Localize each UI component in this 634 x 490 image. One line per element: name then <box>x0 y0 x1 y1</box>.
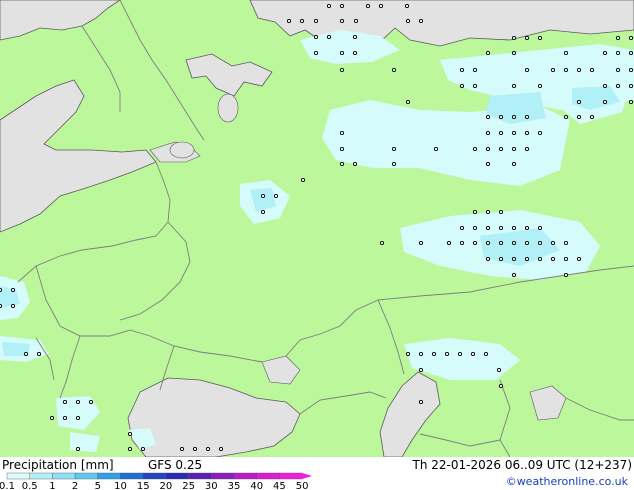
colorbar-segment <box>188 472 212 480</box>
valid-time: Th 22-01-2026 06..09 UTC (12+237) <box>412 458 632 472</box>
colorbar-segment <box>256 472 280 480</box>
colorbar-arrow <box>302 473 313 479</box>
model-label: GFS 0.25 <box>148 458 203 472</box>
colorbar-tick-label: 0.1 <box>0 481 15 490</box>
credit-link[interactable]: ©weatheronline.co.uk <box>506 475 628 489</box>
colorbar-tick-label: 50 <box>296 481 309 490</box>
colorbar-segment <box>211 472 235 480</box>
colorbar-tick-label: 40 <box>250 481 263 490</box>
colorbar-tick-label: 10 <box>114 481 127 490</box>
colorbar-segment <box>29 472 53 480</box>
colorbar-segment <box>233 472 257 480</box>
colorbar-segment <box>97 472 121 480</box>
lake-ladoga <box>217 93 239 123</box>
colorbar-tick-label: 45 <box>273 481 286 490</box>
colorbar-segment <box>120 472 144 480</box>
colorbar-segment <box>74 472 98 480</box>
colorbar-tick-label: 5 <box>95 481 101 490</box>
colorbar-tick-label: 20 <box>160 481 173 490</box>
colorbar-tick-label: 15 <box>137 481 150 490</box>
precipitation-map <box>0 0 634 457</box>
colorbar-segment <box>142 472 167 480</box>
colorbar-segment <box>279 472 303 480</box>
map-figure: Precipitation [mm] GFS 0.25 Th 22-01-202… <box>0 0 634 490</box>
lake-onega <box>169 141 195 159</box>
colorbar-tick-label: 0.5 <box>22 481 38 490</box>
colorbar-segment <box>6 472 30 480</box>
colorbar-segment <box>52 472 76 480</box>
colorbar-tick-label: 1 <box>49 481 55 490</box>
colorbar-tick-label: 25 <box>182 481 195 490</box>
colorbar-tick-label: 30 <box>205 481 218 490</box>
map-title: Precipitation [mm] <box>2 458 114 472</box>
colorbar-tick-label: 2 <box>72 481 78 490</box>
precipitation-colorbar: 0.1 0.5 1 2 5 10 15 20 25 30 35 40 45 50 <box>0 472 313 490</box>
colorbar-tick-label: 35 <box>228 481 241 490</box>
map-footer: Precipitation [mm] GFS 0.25 Th 22-01-202… <box>0 457 634 490</box>
colorbar-segment <box>165 472 189 480</box>
